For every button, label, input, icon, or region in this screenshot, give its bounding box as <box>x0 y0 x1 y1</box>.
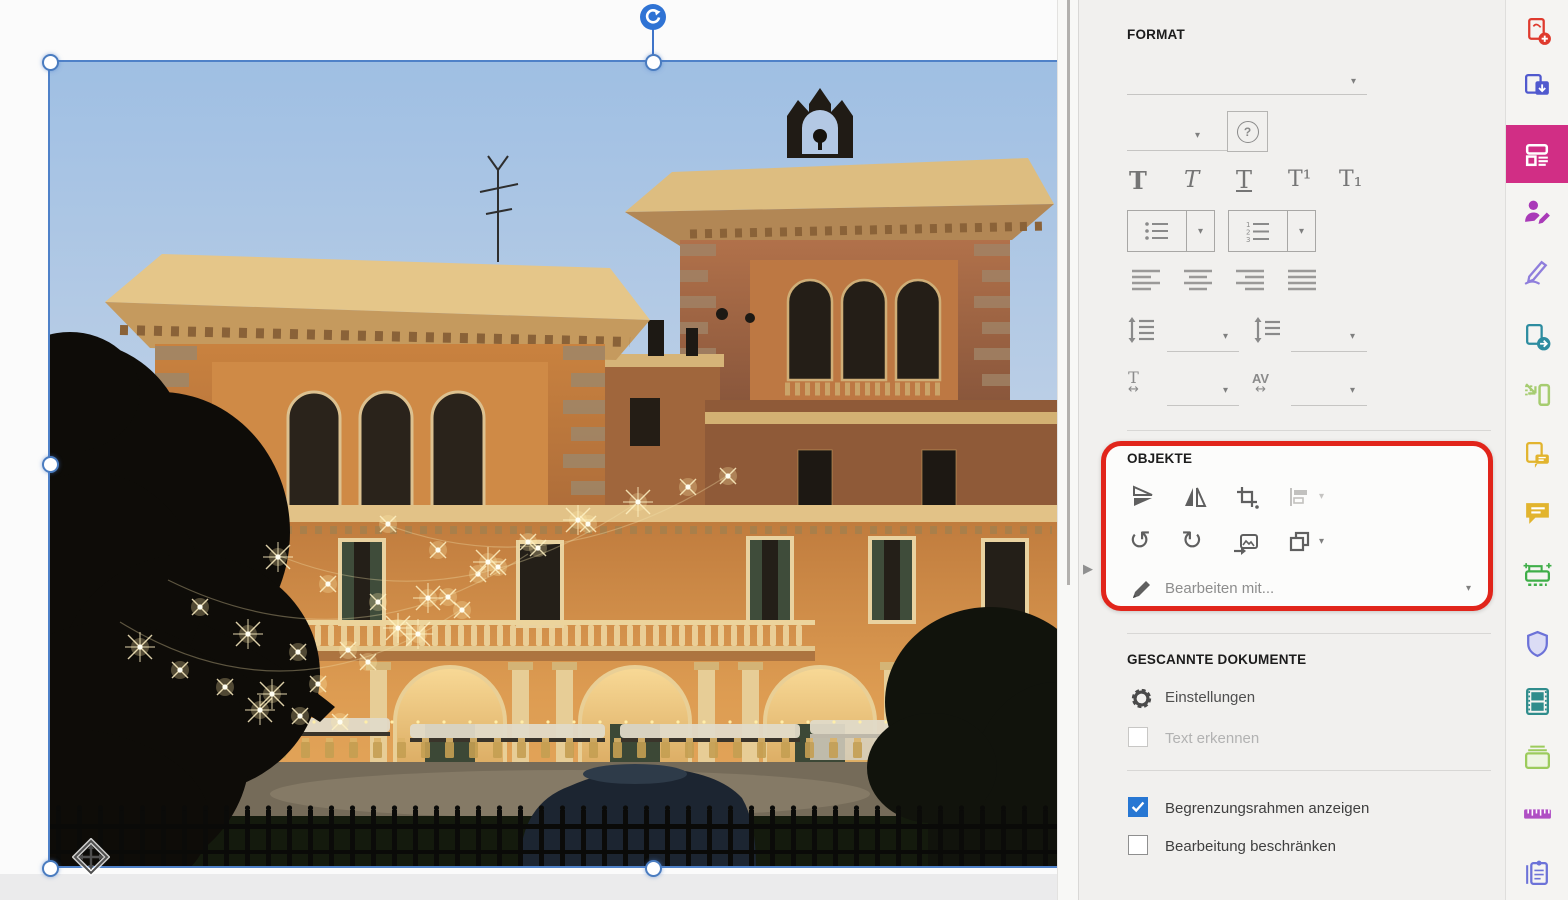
rail-item-export-pdf[interactable] <box>1522 72 1553 103</box>
numbered-list-button[interactable]: 1 2 3 ▾ <box>1228 210 1316 252</box>
app-window: { "app": { "accent_magenta": "#D12E85", … <box>0 0 1568 900</box>
help-icon: ? <box>1236 120 1259 143</box>
align-justify-button[interactable] <box>1287 268 1319 297</box>
pencil-icon <box>1129 576 1155 607</box>
rail-item-sign-pen[interactable] <box>1522 256 1553 287</box>
bold-button[interactable]: T <box>1129 166 1147 195</box>
rotate-left-button[interactable]: ↺ <box>1129 528 1151 554</box>
chevron-down-icon[interactable]: ▾ <box>1187 211 1214 251</box>
section-divider <box>1127 633 1491 634</box>
rail-item-organize-pages[interactable] <box>1522 742 1553 773</box>
numbered-list-icon: 1 2 3 <box>1229 211 1288 251</box>
section-divider <box>1127 430 1491 431</box>
resize-handle-top-left[interactable] <box>42 54 59 71</box>
align-objects-button-disabled[interactable] <box>1285 484 1313 515</box>
rail-item-fill-sign[interactable] <box>1522 196 1553 227</box>
gear-icon <box>1129 686 1154 716</box>
document-canvas <box>0 0 1059 900</box>
kerning-select[interactable] <box>1291 372 1367 406</box>
subscript-button[interactable]: T₁ <box>1339 167 1363 192</box>
rotate-right-button[interactable]: ↻ <box>1181 528 1203 554</box>
rail-item-measure[interactable] <box>1522 798 1553 829</box>
font-size-select[interactable] <box>1127 117 1227 151</box>
font-family-select[interactable] <box>1127 61 1367 95</box>
rotate-handle[interactable] <box>640 4 666 30</box>
show-bounding-box-label[interactable]: Begrenzungsrahmen anzeigen <box>1165 800 1369 817</box>
superscript-button[interactable]: T¹ <box>1288 167 1312 192</box>
rail-item-send-for-signature[interactable] <box>1522 322 1553 353</box>
horizontal-scale-select[interactable] <box>1167 372 1239 406</box>
chevron-down-icon[interactable]: ▾ <box>1223 385 1228 396</box>
svg-text:3: 3 <box>1246 236 1250 243</box>
panel-collapse-arrow[interactable]: ▶ <box>1083 562 1093 577</box>
line-spacing-icon <box>1128 316 1156 349</box>
objekte-highlight-ring <box>1101 441 1493 611</box>
move-cursor-icon[interactable] <box>71 837 111 877</box>
settings-button[interactable]: Einstellungen <box>1165 689 1255 706</box>
edit-with-label[interactable]: Bearbeiten mit... <box>1165 580 1274 597</box>
scrollbar-thumb[interactable] <box>1067 0 1070 585</box>
rail-item-scan-ocr[interactable] <box>1522 561 1553 592</box>
format-help-button[interactable]: ? <box>1227 111 1268 152</box>
align-center-button[interactable] <box>1183 268 1215 297</box>
bullet-list-icon <box>1128 211 1187 251</box>
chevron-down-icon[interactable]: ▾ <box>1350 385 1355 396</box>
rail-item-rich-media[interactable] <box>1522 686 1553 717</box>
rail-item-comment[interactable] <box>1522 498 1553 529</box>
flip-horizontal-button[interactable] <box>1181 484 1209 515</box>
paragraph-spacing-select[interactable] <box>1291 318 1367 352</box>
rail-item-export-comments[interactable] <box>1522 440 1553 471</box>
replace-image-button[interactable] <box>1231 530 1261 561</box>
restrict-editing-label[interactable]: Bearbeitung beschränken <box>1165 838 1336 855</box>
rail-item-protect[interactable] <box>1522 629 1553 660</box>
rail-item-create-pdf[interactable] <box>1522 16 1553 47</box>
chevron-down-icon: ▾ <box>1319 491 1325 502</box>
underline-button[interactable]: T <box>1236 166 1252 194</box>
horizontal-scale-icon: T ↔ <box>1128 368 1139 397</box>
chevron-down-icon[interactable]: ▾ <box>1350 331 1355 342</box>
selected-image-villa[interactable] <box>48 60 1059 868</box>
format-section-title: FORMAT <box>1127 27 1185 42</box>
chevron-down-icon[interactable]: ▾ <box>1351 76 1356 87</box>
chevron-down-icon[interactable]: ▾ <box>1288 211 1315 251</box>
bullet-list-button[interactable]: ▾ <box>1127 210 1215 252</box>
section-divider <box>1127 770 1491 771</box>
recognize-text-label: Text erkennen <box>1165 730 1260 747</box>
tools-rail <box>1505 0 1568 900</box>
italic-button[interactable]: T <box>1184 167 1199 193</box>
checkbox-recognize[interactable] <box>1128 727 1148 747</box>
paragraph-spacing-icon <box>1254 316 1282 349</box>
resize-handle-bottom-left[interactable] <box>42 860 59 877</box>
chevron-down-icon[interactable]: ▾ <box>1195 130 1200 141</box>
villa-photo <box>50 62 1057 866</box>
chevron-down-icon[interactable]: ▾ <box>1223 331 1228 342</box>
rotate-handle-stem <box>652 29 654 56</box>
crop-button[interactable] <box>1233 484 1261 515</box>
chevron-down-icon[interactable]: ▾ <box>1319 536 1324 547</box>
resize-handle-top-center[interactable] <box>645 54 662 71</box>
rail-item-edit-pdf[interactable] <box>1506 125 1568 183</box>
resize-handle-left-middle[interactable] <box>42 456 59 473</box>
align-right-button[interactable] <box>1235 268 1267 297</box>
line-spacing-select[interactable] <box>1167 318 1239 352</box>
scanned-section-title: GESCANNTE DOKUMENTE <box>1127 652 1307 667</box>
objekte-section-title: OBJEKTE <box>1127 451 1193 466</box>
checkbox-bbox[interactable] <box>1128 797 1148 817</box>
rail-item-compare-files[interactable] <box>1522 858 1553 889</box>
arrange-copy-button[interactable] <box>1285 529 1313 560</box>
scrollbar-track[interactable] <box>1057 0 1079 900</box>
rail-item-optimize-pdf[interactable] <box>1522 380 1553 411</box>
chevron-down-icon[interactable]: ▾ <box>1466 583 1471 594</box>
flip-vertical-button[interactable] <box>1129 484 1157 515</box>
rotate-handle-icon <box>645 9 661 24</box>
canvas-background <box>0 874 1057 900</box>
resize-handle-bottom-center[interactable] <box>645 860 662 877</box>
kerning-icon: AV ↔ <box>1252 371 1270 397</box>
format-panel: FORMAT ▾ ▾ ? T T T T¹ T₁ ▾ 1 2 3 ▾ ▾ ▾ T… <box>1078 0 1506 900</box>
checkbox-restrict[interactable] <box>1128 835 1148 855</box>
align-left-button[interactable] <box>1131 268 1163 297</box>
